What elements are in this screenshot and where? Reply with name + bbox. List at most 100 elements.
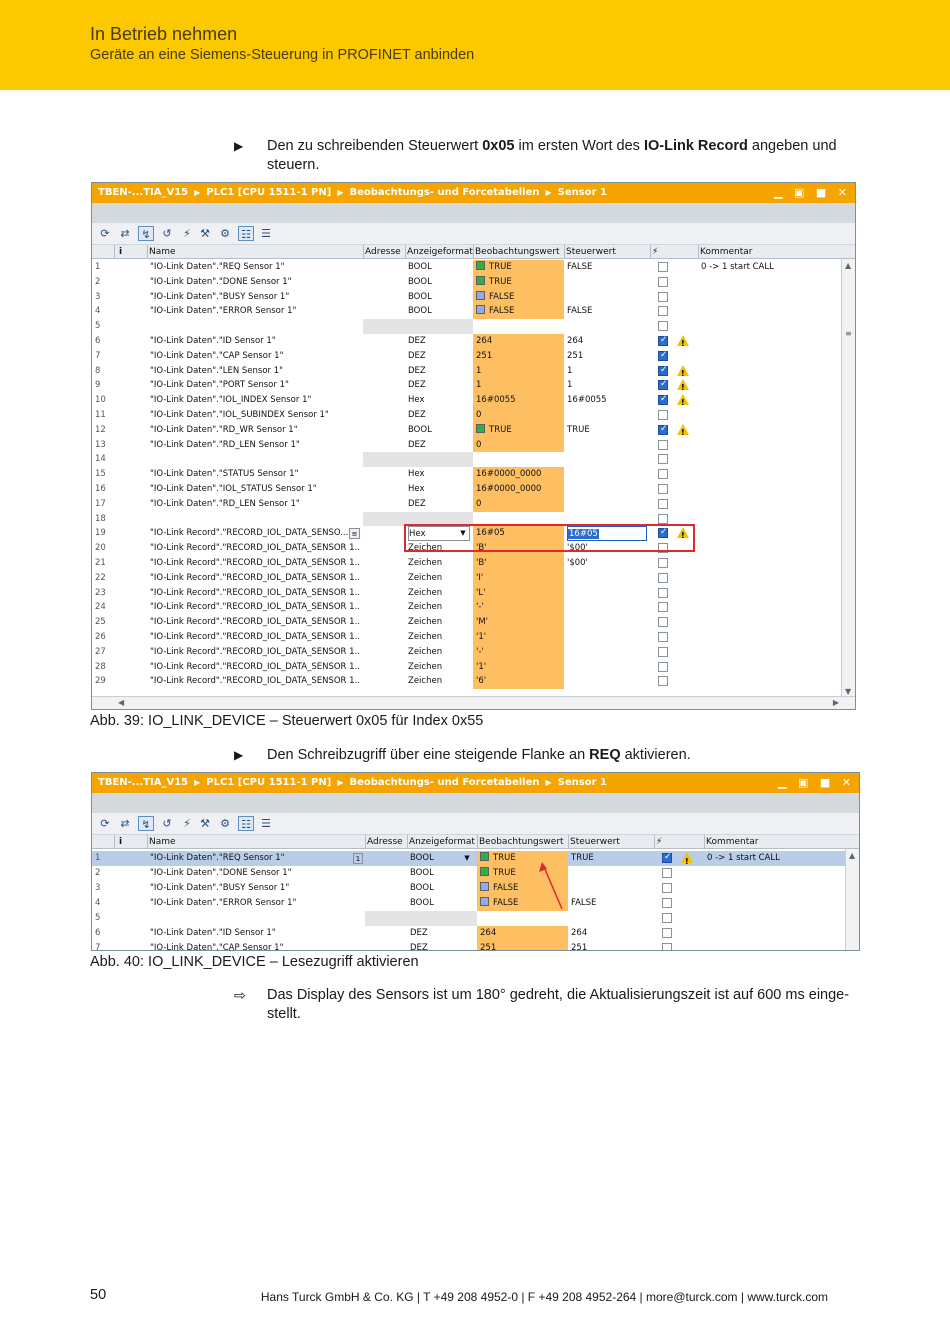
control-value[interactable] xyxy=(567,290,647,305)
display-format[interactable]: DEZ xyxy=(410,941,474,950)
modify-checkbox[interactable] xyxy=(658,392,668,407)
table-row[interactable]: 28 "IO-Link Record"."RECORD_IOL_DATA_SENS… xyxy=(92,659,842,675)
table-row[interactable]: 3 "IO-Link Daten"."BUSY Sensor 1" BOOL FALS… xyxy=(92,881,846,896)
tag-name[interactable]: "IO-Link Record"."RECORD_IOL_DATA_SENSO.… xyxy=(150,526,360,541)
control-value[interactable] xyxy=(567,482,647,497)
control-value[interactable] xyxy=(567,275,647,290)
modify-checkbox[interactable] xyxy=(658,661,668,672)
tag-name[interactable]: "IO-Link Daten"."LEN Sensor 1" xyxy=(150,364,360,379)
breadcrumb-item[interactable]: PLC1 [CPU 1511-1 PN] xyxy=(206,187,331,198)
table-row[interactable]: 29 "IO-Link Record"."RECORD_IOL_DATA_SENS… xyxy=(92,674,842,690)
monitor-all-icon[interactable]: ↯ xyxy=(138,226,154,241)
control-value[interactable]: 251 xyxy=(571,941,651,950)
tag-name[interactable]: "IO-Link Record"."RECORD_IOL_DATA_SENSOR… xyxy=(150,630,360,645)
breadcrumb-item[interactable]: Beobachtungs- und Forcetabellen xyxy=(349,187,539,198)
table-row[interactable]: 26 "IO-Link Record"."RECORD_IOL_DATA_SENS… xyxy=(92,630,842,645)
table-row[interactable]: 7 "IO-Link Daten"."CAP Sensor 1" DEZ 251 251 xyxy=(92,348,842,364)
display-format[interactable]: BOOL xyxy=(408,275,470,290)
comment[interactable] xyxy=(701,645,840,660)
modify-checkbox[interactable] xyxy=(662,850,672,865)
control-value[interactable] xyxy=(567,571,647,586)
display-format[interactable]: Hex xyxy=(408,467,470,482)
table-row[interactable]: 24 "IO-Link Record"."RECORD_IOL_DATA_SENS… xyxy=(92,600,842,616)
modify-checkbox[interactable] xyxy=(658,439,668,450)
modify-checkbox[interactable] xyxy=(658,377,668,392)
control-value[interactable] xyxy=(567,319,647,334)
comment[interactable] xyxy=(701,423,840,438)
tag-name[interactable]: "IO-Link Daten"."REQ Sensor 1" xyxy=(150,260,360,275)
comment[interactable] xyxy=(701,408,840,423)
table-row[interactable]: 16 "IO-Link Daten"."IOL_STATUS Sensor 1" H… xyxy=(92,482,842,497)
control-value[interactable] xyxy=(567,674,647,689)
display-format[interactable] xyxy=(408,319,470,334)
display-format[interactable]: Zeichen xyxy=(408,586,470,601)
tag-name[interactable]: "IO-Link Daten"."CAP Sensor 1" xyxy=(150,941,362,950)
table-row[interactable]: 1 "IO-Link Daten"."REQ Sensor 1" BOOL ▼ TRUE… xyxy=(92,850,846,869)
tag-name[interactable]: "IO-Link Daten"."ERROR Sensor 1" xyxy=(150,896,362,911)
table-row[interactable]: 4 "IO-Link Daten"."ERROR Sensor 1" BOOL FAL… xyxy=(92,896,846,911)
control-value[interactable] xyxy=(567,408,647,423)
display-format[interactable] xyxy=(408,452,470,467)
modify-checkbox[interactable] xyxy=(658,363,668,377)
tag-name[interactable]: "IO-Link Daten"."RD_LEN Sensor 1" xyxy=(150,497,360,512)
comment[interactable] xyxy=(701,319,840,334)
tag-name[interactable] xyxy=(150,319,360,334)
show-all-icon[interactable]: ☰ xyxy=(258,816,274,831)
display-format[interactable]: BOOL xyxy=(410,881,474,896)
modify-checkbox[interactable] xyxy=(658,469,668,480)
modify-checkbox[interactable] xyxy=(658,348,668,363)
display-format[interactable]: DEZ xyxy=(408,364,470,379)
control-value[interactable] xyxy=(567,452,647,467)
display-format[interactable]: DEZ xyxy=(408,349,470,364)
modify-checkbox[interactable] xyxy=(658,587,668,598)
breadcrumb-item[interactable]: Sensor 1 xyxy=(558,187,607,198)
control-value[interactable] xyxy=(567,438,647,453)
breadcrumb-item[interactable]: Beobachtungs- und Forcetabellen xyxy=(349,777,539,788)
display-format[interactable]: Zeichen xyxy=(408,674,470,689)
table-row[interactable]: 2 "IO-Link Daten"."DONE Sensor 1" BOOL TRUE xyxy=(92,866,846,881)
display-format[interactable]: Zeichen xyxy=(408,556,470,571)
comment[interactable] xyxy=(701,556,840,571)
display-format[interactable]: DEZ xyxy=(408,497,470,512)
tag-name[interactable]: "IO-Link Record"."RECORD_IOL_DATA_SENSOR… xyxy=(150,645,360,660)
comment[interactable] xyxy=(707,941,844,950)
tag-name[interactable]: "IO-Link Record"."RECORD_IOL_DATA_SENSOR… xyxy=(150,615,360,630)
breadcrumb-item[interactable]: TBEN-...TIA_V15 xyxy=(98,187,188,198)
display-format[interactable]: DEZ xyxy=(408,408,470,423)
tag-name[interactable]: "IO-Link Daten"."IOL_SUBINDEX Sensor 1" xyxy=(150,408,360,423)
comment[interactable]: 0 -> 1 start CALL xyxy=(701,260,840,275)
comment[interactable] xyxy=(701,378,840,393)
control-value[interactable]: FALSE xyxy=(567,304,647,319)
comment[interactable] xyxy=(701,467,840,482)
control-value[interactable] xyxy=(571,911,651,926)
comment[interactable] xyxy=(701,600,840,615)
modify-trigger-icon[interactable]: ⚙ xyxy=(217,226,233,241)
tag-name[interactable]: "IO-Link Daten"."IOL_STATUS Sensor 1" xyxy=(150,482,360,497)
scroll-right-icon[interactable]: ▶ xyxy=(833,698,839,707)
display-format[interactable]: Zeichen xyxy=(408,615,470,630)
modify-checkbox[interactable] xyxy=(662,913,672,923)
modify-checkbox[interactable] xyxy=(658,276,668,287)
tag-name[interactable]: "IO-Link Daten"."ERROR Sensor 1" xyxy=(150,304,360,319)
control-value[interactable]: 16#0055 xyxy=(567,393,647,408)
horizontal-scrollbar[interactable]: ◀ ▶ xyxy=(92,696,855,709)
comment[interactable] xyxy=(701,586,840,601)
monitor-all-icon[interactable]: ↯ xyxy=(138,816,154,831)
comment[interactable] xyxy=(707,896,844,911)
column-header-flag[interactable]: ⚡ xyxy=(656,835,662,849)
table-row[interactable]: 27 "IO-Link Record"."RECORD_IOL_DATA_SENS… xyxy=(92,644,842,660)
tag-name[interactable]: "IO-Link Daten"."DONE Sensor 1" xyxy=(150,275,360,290)
modify-now-icon[interactable]: ⚒ xyxy=(197,226,213,241)
table-row[interactable]: 17 "IO-Link Daten"."RD_LEN Sensor 1" DEZ 0 xyxy=(92,496,842,512)
modify-checkbox[interactable] xyxy=(658,321,668,332)
comment[interactable] xyxy=(701,497,840,512)
modify-checkbox[interactable] xyxy=(658,572,668,583)
control-value[interactable]: 1 xyxy=(567,378,647,393)
modify-checkbox[interactable] xyxy=(658,410,668,420)
name-edit-icon[interactable]: 1 xyxy=(353,853,363,864)
table-row[interactable]: 25 "IO-Link Record"."RECORD_IOL_DATA_SENS… xyxy=(92,615,842,630)
display-format[interactable]: Zeichen xyxy=(408,660,470,675)
modify-checkbox[interactable] xyxy=(662,883,672,893)
scroll-down-icon[interactable]: ▼ xyxy=(845,687,851,696)
column-header-fmt[interactable]: Anzeigeformat xyxy=(409,835,475,849)
